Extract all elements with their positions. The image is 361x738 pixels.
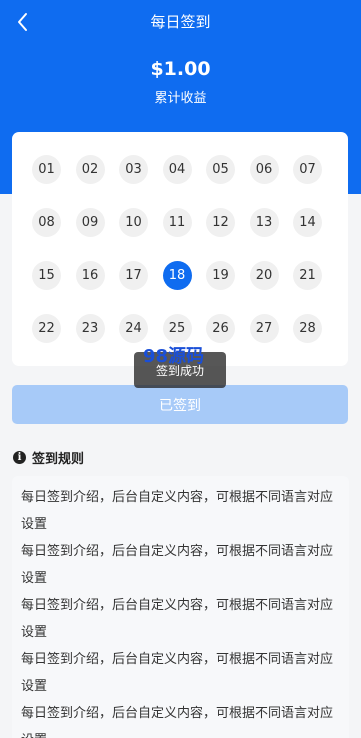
rule-line: 每日签到介绍，后台自定义内容，可根据不同语言对应设置 bbox=[21, 652, 334, 694]
day-06[interactable]: 06 bbox=[249, 155, 279, 184]
day-16[interactable]: 16 bbox=[75, 261, 105, 290]
rule-line: 每日签到介绍，后台自定义内容，可根据不同语言对应设置 bbox=[21, 490, 334, 532]
day-05[interactable]: 05 bbox=[206, 155, 235, 184]
info-icon: i bbox=[13, 451, 26, 464]
rule-line: 每日签到介绍，后台自定义内容，可根据不同语言对应设置 bbox=[21, 598, 334, 640]
rule-line: 每日签到介绍，后台自定义内容，可根据不同语言对应设置 bbox=[21, 706, 334, 738]
day-09[interactable]: 09 bbox=[75, 208, 105, 237]
day-18[interactable]: 18 bbox=[162, 261, 192, 290]
rules-content: 每日签到介绍，后台自定义内容，可根据不同语言对应设置 每日签到介绍，后台自定义内容… bbox=[12, 476, 349, 738]
day-grid: 01 02 03 04 05 06 07 08 09 10 11 12 13 14 15 16 17 18 19 20… bbox=[32, 155, 334, 343]
day-26[interactable]: 26 bbox=[206, 314, 235, 343]
rules-title: 签到规则 bbox=[32, 452, 85, 467]
day-08[interactable]: 08 bbox=[32, 208, 61, 237]
day-04[interactable]: 04 bbox=[162, 155, 192, 184]
total-earnings-amount: $1.00 bbox=[150, 58, 211, 80]
day-19[interactable]: 19 bbox=[206, 261, 235, 290]
day-10[interactable]: 10 bbox=[119, 208, 148, 237]
day-17[interactable]: 17 bbox=[119, 261, 148, 290]
day-07[interactable]: 07 bbox=[293, 155, 322, 184]
watermark-logo: 98源码 bbox=[143, 346, 205, 367]
day-14[interactable]: 14 bbox=[293, 208, 322, 237]
signed-button-label: 已签到 bbox=[159, 397, 201, 414]
rules-header: i 签到规则 bbox=[13, 448, 84, 467]
day-01[interactable]: 01 bbox=[32, 155, 61, 184]
day-13[interactable]: 13 bbox=[249, 208, 279, 237]
day-12[interactable]: 12 bbox=[206, 208, 235, 237]
rules-text: 每日签到介绍，后台自定义内容，可根据不同语言对应设置 每日签到介绍，后台自定义内容… bbox=[12, 476, 349, 738]
day-02[interactable]: 02 bbox=[75, 155, 105, 184]
day-28[interactable]: 28 bbox=[293, 314, 322, 343]
day-23[interactable]: 23 bbox=[75, 314, 105, 343]
day-20[interactable]: 20 bbox=[249, 261, 279, 290]
day-25[interactable]: 25 bbox=[162, 314, 192, 343]
day-21[interactable]: 21 bbox=[293, 261, 322, 290]
day-24[interactable]: 24 bbox=[119, 314, 148, 343]
total-earnings-label: 累计收益 bbox=[154, 91, 207, 106]
signed-button[interactable]: 已签到 bbox=[12, 385, 348, 424]
page-title: 每日签到 bbox=[150, 13, 211, 31]
day-27[interactable]: 27 bbox=[249, 314, 279, 343]
day-22[interactable]: 22 bbox=[32, 314, 61, 343]
day-03[interactable]: 03 bbox=[119, 155, 148, 184]
day-15[interactable]: 15 bbox=[32, 261, 61, 290]
rule-line: 每日签到介绍，后台自定义内容，可根据不同语言对应设置 bbox=[21, 544, 334, 586]
day-11[interactable]: 11 bbox=[162, 208, 192, 237]
calendar-card: 01 02 03 04 05 06 07 08 09 10 11 12 13 14 15 16 17 18 19 20… bbox=[12, 132, 348, 366]
